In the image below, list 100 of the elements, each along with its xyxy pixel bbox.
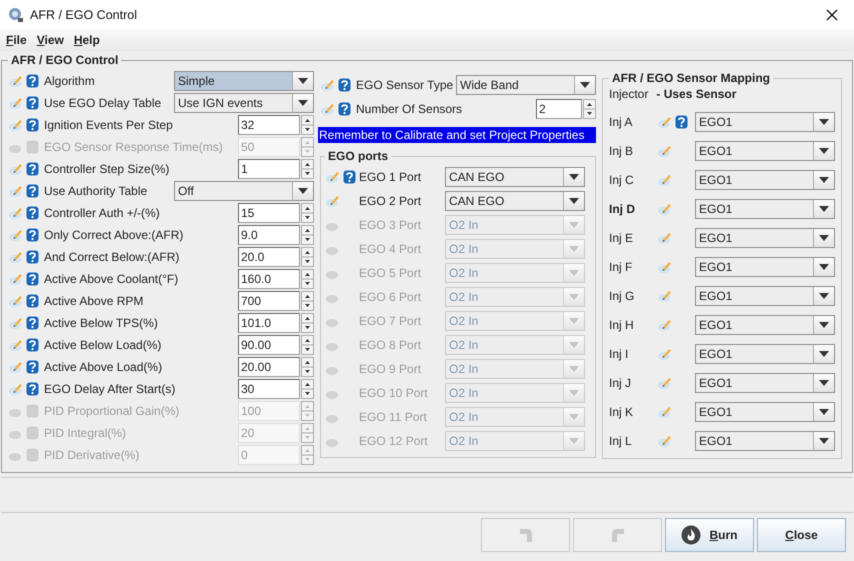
dropdown[interactable]: EGO1: [695, 228, 835, 248]
help-icon[interactable]: [26, 272, 39, 286]
setting-label: PID Derivative(%): [44, 448, 140, 462]
setting-label: Active Above RPM: [44, 294, 144, 308]
number-field[interactable]: 101.0: [238, 313, 300, 333]
close-button[interactable]: Close: [757, 518, 846, 552]
dropdown[interactable]: Off: [174, 181, 314, 201]
spinner-arrows-icon[interactable]: [301, 291, 314, 311]
edit-icon[interactable]: [657, 346, 673, 360]
port-label: EGO 7 Port: [359, 314, 422, 328]
edit-icon[interactable]: [325, 194, 341, 208]
help-icon[interactable]: [26, 228, 39, 242]
edit-icon[interactable]: [657, 260, 673, 274]
help-icon[interactable]: [26, 206, 39, 220]
spinner-arrows-icon[interactable]: [301, 247, 314, 267]
caret-icon: [569, 318, 579, 324]
help-icon[interactable]: [26, 118, 39, 132]
number-field[interactable]: 700: [238, 291, 300, 311]
window-title: AFR / EGO Control: [30, 8, 137, 22]
injector-label: Inj E: [609, 230, 634, 244]
number-field[interactable]: 32: [238, 115, 300, 135]
dropdown[interactable]: Wide Band: [456, 75, 596, 95]
setting-label: EGO Delay After Start(s): [44, 382, 176, 396]
help-icon[interactable]: [26, 316, 39, 330]
spinner-arrows-icon[interactable]: [583, 99, 596, 119]
help-icon[interactable]: [26, 250, 39, 264]
setting-label: Ignition Events Per Step: [44, 118, 174, 132]
help-icon[interactable]: [26, 338, 39, 352]
edit-icon[interactable]: [657, 288, 673, 302]
help-icon[interactable]: [338, 102, 351, 116]
number-field[interactable]: 9.0: [238, 225, 300, 245]
edit-icon[interactable]: [657, 318, 673, 332]
group-title: AFR / EGO Sensor Mapping: [611, 71, 772, 85]
help-icon[interactable]: [675, 114, 688, 128]
dropdown[interactable]: EGO1: [695, 314, 835, 334]
number-field[interactable]: 160.0: [238, 269, 300, 289]
number-field[interactable]: 30: [238, 379, 300, 399]
dropdown[interactable]: EGO1: [695, 372, 835, 392]
edit-icon[interactable]: [657, 376, 673, 390]
dropdown[interactable]: EGO1: [695, 140, 835, 160]
dropdown[interactable]: Simple: [174, 71, 314, 91]
spinner-arrows-icon[interactable]: [301, 357, 314, 377]
edit-icon[interactable]: [657, 230, 673, 244]
dropdown[interactable]: EGO1: [695, 198, 835, 218]
help-icon[interactable]: [343, 170, 356, 184]
dropdown[interactable]: CAN EGO: [445, 167, 585, 187]
help-icon[interactable]: [26, 360, 39, 374]
dropdown[interactable]: EGO1: [695, 170, 835, 190]
dropdown[interactable]: EGO1: [695, 344, 835, 364]
spinner-arrows-icon[interactable]: [301, 269, 314, 289]
help-icon[interactable]: [26, 294, 39, 308]
caret-icon: [569, 246, 579, 252]
dropdown[interactable]: EGO1: [695, 402, 835, 422]
edit-icon[interactable]: [657, 144, 673, 158]
number-field[interactable]: 2: [536, 99, 582, 119]
setting-label: Number Of Sensors: [356, 102, 464, 116]
port-label: EGO 6 Port: [359, 290, 422, 304]
dropdown[interactable]: EGO1: [695, 430, 835, 450]
number-field[interactable]: 90.00: [238, 335, 300, 355]
injector-label: Inj D: [609, 202, 636, 216]
close-icon[interactable]: [826, 8, 838, 20]
help-icon[interactable]: [338, 78, 351, 92]
help-icon[interactable]: [26, 184, 39, 198]
spinner-arrows-icon[interactable]: [301, 313, 314, 333]
help-icon[interactable]: [26, 382, 39, 396]
caret-icon: [819, 206, 829, 212]
edit-icon[interactable]: [657, 202, 673, 216]
burn-button[interactable]: Burn: [665, 518, 754, 552]
edit-icon[interactable]: [657, 434, 673, 448]
edit-icon[interactable]: [657, 172, 673, 186]
help-icon[interactable]: [26, 74, 39, 88]
help-icon[interactable]: [26, 96, 39, 110]
menu-item[interactable]: View: [36, 33, 64, 47]
number-field[interactable]: 15: [238, 203, 300, 223]
help-icon[interactable]: [26, 162, 39, 176]
dropdown[interactable]: EGO1: [695, 256, 835, 276]
notice-banner: Remember to Calibrate and set Project Properties: [318, 127, 596, 143]
edit-icon[interactable]: [657, 404, 673, 418]
dropdown[interactable]: Use IGN events: [174, 93, 314, 113]
number-field[interactable]: 20.0: [238, 247, 300, 267]
caret-icon: [569, 390, 579, 396]
dropdown[interactable]: CAN EGO: [445, 191, 585, 211]
number-field[interactable]: 1: [238, 159, 300, 179]
caret-icon: [298, 188, 308, 194]
injector-label: Inj B: [609, 144, 634, 158]
spinner-arrows-icon[interactable]: [301, 203, 314, 223]
dropdown[interactable]: EGO1: [695, 112, 835, 132]
menu-item[interactable]: Help: [74, 33, 100, 47]
caret-icon: [569, 270, 579, 276]
spinner-arrows-icon[interactable]: [301, 115, 314, 135]
spinner-arrows-icon[interactable]: [301, 379, 314, 399]
spinner-arrows-icon[interactable]: [301, 225, 314, 245]
spinner-arrows-icon[interactable]: [301, 159, 314, 179]
number-field[interactable]: 20.00: [238, 357, 300, 377]
menu-item[interactable]: File: [6, 33, 27, 47]
caret-icon: [569, 342, 579, 348]
dropdown[interactable]: EGO1: [695, 286, 835, 306]
port-label: EGO 9 Port: [359, 362, 422, 376]
injector-label: Inj F: [609, 260, 634, 274]
spinner-arrows-icon[interactable]: [301, 335, 314, 355]
